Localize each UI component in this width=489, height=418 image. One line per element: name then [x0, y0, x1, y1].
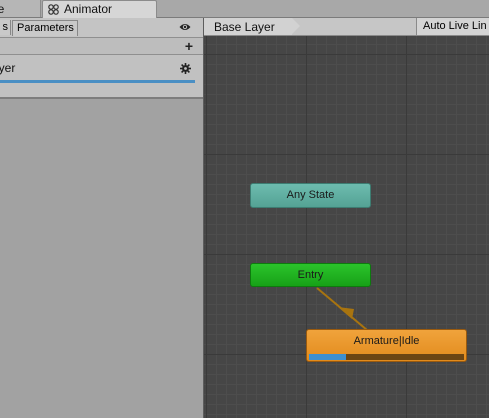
- layer-weight-bar: [0, 80, 195, 83]
- plus-icon[interactable]: +: [185, 38, 193, 54]
- add-layer-row: +: [0, 38, 203, 55]
- entry-node[interactable]: Entry: [250, 263, 371, 287]
- entry-label: Entry: [297, 269, 324, 281]
- default-state-node[interactable]: Armature|Idle: [306, 329, 467, 362]
- tab-scene-label: ne: [0, 2, 5, 16]
- panel-tabs: s Parameters: [0, 18, 203, 38]
- state-progress-bar: [309, 354, 347, 360]
- state-progress-track: [309, 354, 464, 360]
- tab-animator-label: Animator: [64, 2, 113, 16]
- transition-arrowhead: [338, 307, 354, 319]
- layers-panel: s Parameters + ayer: [0, 18, 204, 418]
- tab-animator[interactable]: Animator: [42, 0, 157, 18]
- eye-icon[interactable]: [179, 22, 191, 32]
- tab-layers[interactable]: s: [0, 20, 11, 35]
- tab-parameters-label: Parameters: [17, 22, 74, 34]
- tab-parameters[interactable]: Parameters: [12, 20, 78, 36]
- gear-icon[interactable]: [180, 63, 191, 74]
- animator-icon: [48, 4, 59, 15]
- layer-name: ayer: [0, 61, 16, 75]
- tab-layers-label: s: [2, 21, 9, 33]
- default-state-label: Armature|Idle: [353, 335, 420, 347]
- tab-scene[interactable]: ne: [0, 0, 41, 17]
- any-state-node[interactable]: Any State: [250, 183, 371, 208]
- layer-list-item[interactable]: ayer: [0, 55, 203, 99]
- window-tab-bar: ne Animator: [0, 0, 489, 18]
- any-state-label: Any State: [286, 189, 335, 201]
- state-machine-graph[interactable]: Base Layer Auto Live Lin Any State Entry…: [204, 18, 489, 418]
